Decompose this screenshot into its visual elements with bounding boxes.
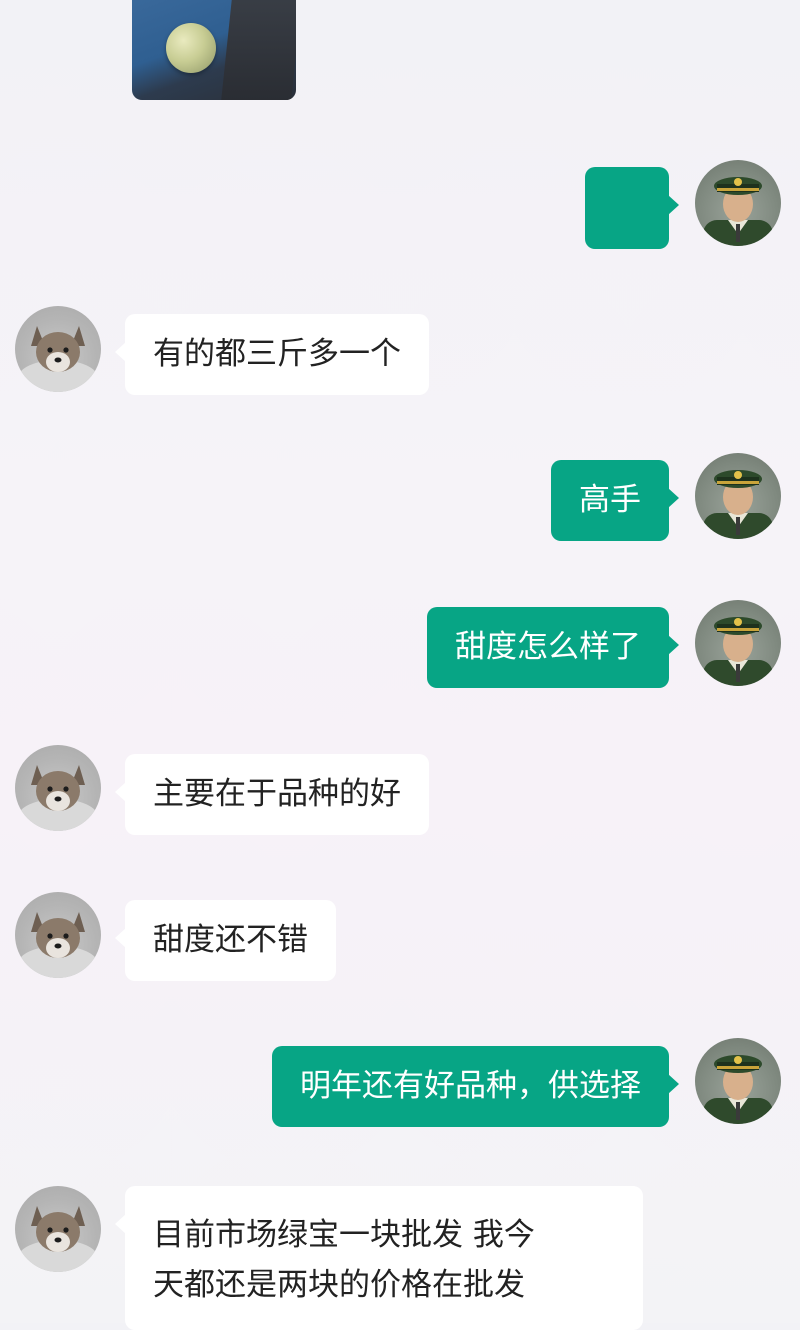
melon-photo: [166, 23, 216, 73]
message-bubble-incoming[interactable]: 主要在于品种的好: [115, 754, 429, 835]
dog-avatar-icon: [18, 765, 98, 831]
officer-avatar-icon: [703, 617, 773, 686]
message-bubble-outgoing[interactable]: 高手: [551, 460, 679, 541]
message-bubble-incoming[interactable]: 目前市场绿宝一块批发 我今 天都还是两块的价格在批发: [115, 1186, 643, 1330]
officer-avatar-icon: [703, 470, 773, 539]
image-message-thumbnail[interactable]: [132, 0, 296, 100]
message-bubble-incoming[interactable]: 有的都三斤多一个: [115, 314, 429, 395]
dog-avatar[interactable]: [15, 892, 101, 978]
dog-avatar[interactable]: [15, 745, 101, 831]
officer-avatar-icon: [703, 1055, 773, 1124]
dog-avatar-icon: [18, 912, 98, 978]
message-bubble-outgoing[interactable]: 明年还有好品种，供选择: [272, 1046, 679, 1127]
message-text-line: 目前市场绿宝一块批发 我今: [153, 1217, 535, 1253]
message-text-line: 天都还是两块的价格在批发: [153, 1267, 525, 1303]
officer-avatar-icon: [703, 177, 773, 246]
message-bubble-outgoing[interactable]: [585, 167, 679, 249]
message-bubble-incoming[interactable]: 甜度还不错: [115, 900, 336, 981]
officer-avatar[interactable]: [695, 453, 781, 539]
dog-avatar[interactable]: [15, 1186, 101, 1272]
dog-avatar[interactable]: [15, 306, 101, 392]
chat-message-list[interactable]: 有的都三斤多一个 高手 甜度怎么样了 主要在于品种的好 甜度还不错 明年还有好品…: [0, 0, 800, 1330]
image-background: [221, 0, 296, 100]
officer-avatar[interactable]: [695, 160, 781, 246]
officer-avatar[interactable]: [695, 1038, 781, 1124]
dog-avatar-icon: [18, 1206, 98, 1272]
officer-avatar[interactable]: [695, 600, 781, 686]
dog-avatar-icon: [18, 326, 98, 392]
message-bubble-outgoing[interactable]: 甜度怎么样了: [427, 607, 679, 688]
